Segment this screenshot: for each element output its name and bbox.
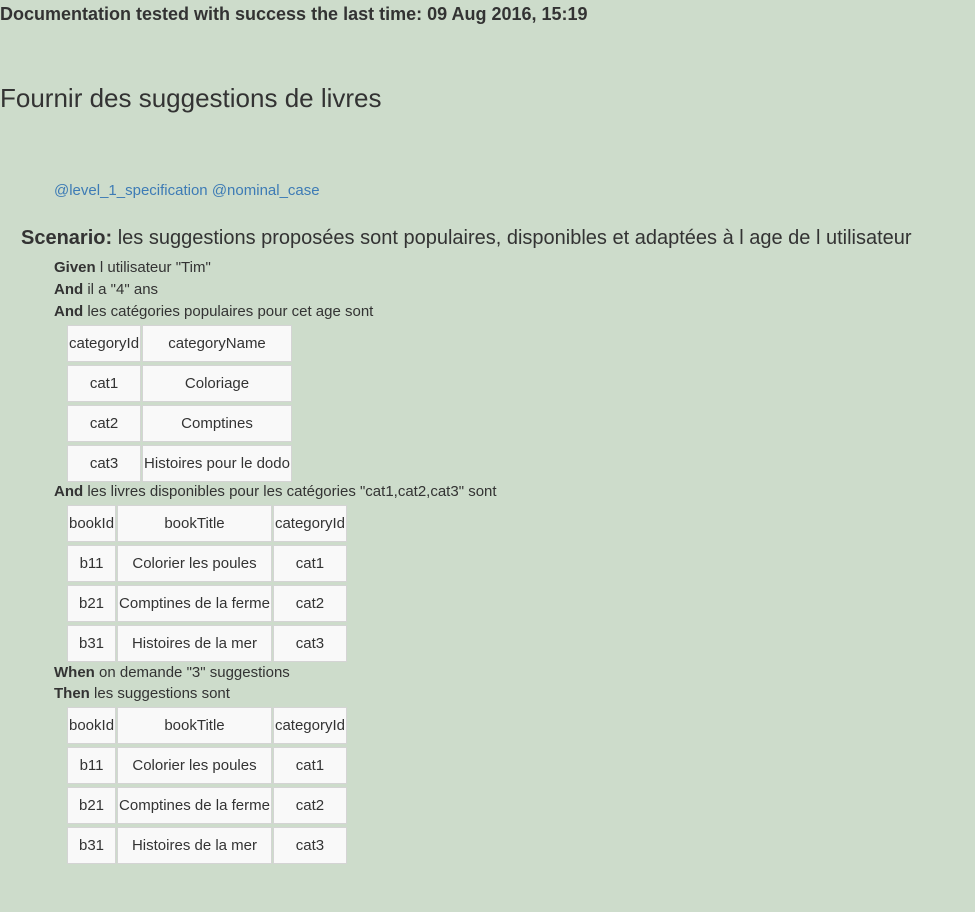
suggestions-table: bookId bookTitle categoryId b11 Colorier… xyxy=(66,704,348,867)
step-keyword: And xyxy=(54,303,84,320)
step-text: les livres disponibles pour les catégori… xyxy=(87,483,497,500)
table-header-row: bookId bookTitle categoryId xyxy=(67,707,347,744)
table-cell: Histoires de la mer xyxy=(117,827,272,864)
table-header-cell: bookTitle xyxy=(117,707,272,744)
table-header-cell: bookId xyxy=(67,505,117,542)
table-cell: Comptines de la ferme xyxy=(117,787,272,824)
step-text: il a "4" ans xyxy=(87,281,159,298)
step-text: les catégories populaires pour cet age s… xyxy=(87,303,374,320)
tag-level-1-specification[interactable]: @level_1_specification xyxy=(54,182,208,199)
step-keyword: When xyxy=(54,664,95,681)
table-cell: Comptines de la ferme xyxy=(117,585,272,622)
table-header-row: bookId bookTitle categoryId xyxy=(67,505,347,542)
step-keyword: Then xyxy=(54,685,90,702)
table-row: b21 Comptines de la ferme cat2 xyxy=(67,787,347,824)
table-header-cell: categoryId xyxy=(272,707,347,744)
table-row: cat3 Histoires pour le dodo xyxy=(67,445,292,482)
step-text: l utilisateur "Tim" xyxy=(99,259,211,276)
table-cell: b31 xyxy=(67,625,117,662)
table-row: b31 Histoires de la mer cat3 xyxy=(67,625,347,662)
step-and-age: And il a "4" ans xyxy=(54,281,158,299)
step-keyword: Given xyxy=(54,259,96,276)
step-when: When on demande "3" suggestions xyxy=(54,664,290,682)
table-header-cell: categoryName xyxy=(142,325,292,362)
tested-status: Documentation tested with success the la… xyxy=(0,4,588,24)
table-row: cat1 Coloriage xyxy=(67,365,292,402)
tag-list: @level_1_specification @nominal_case xyxy=(54,182,320,200)
table-cell: Coloriage xyxy=(142,365,292,402)
table-header-cell: categoryId xyxy=(67,325,142,362)
table-cell: Histoires de la mer xyxy=(117,625,272,662)
table-row: b11 Colorier les poules cat1 xyxy=(67,545,347,582)
table-cell: Colorier les poules xyxy=(117,545,272,582)
table-cell: cat3 xyxy=(272,625,347,662)
table-header-cell: bookId xyxy=(67,707,117,744)
books-table: bookId bookTitle categoryId b11 Colorier… xyxy=(66,502,348,665)
step-text: les suggestions sont xyxy=(94,685,230,702)
table-cell: Comptines xyxy=(142,405,292,442)
table-cell: cat3 xyxy=(67,445,142,482)
categories-table: categoryId categoryName cat1 Coloriage c… xyxy=(66,322,293,485)
table-cell: b11 xyxy=(67,545,117,582)
table-cell: Colorier les poules xyxy=(117,747,272,784)
step-text: on demande "3" suggestions xyxy=(99,664,290,681)
table-row: b21 Comptines de la ferme cat2 xyxy=(67,585,347,622)
step-then: Then les suggestions sont xyxy=(54,685,230,703)
table-cell: b21 xyxy=(67,585,117,622)
table-cell: cat1 xyxy=(272,545,347,582)
table-cell: cat2 xyxy=(272,585,347,622)
table-row: b11 Colorier les poules cat1 xyxy=(67,747,347,784)
step-keyword: And xyxy=(54,483,84,500)
step-and-categories: And les catégories populaires pour cet a… xyxy=(54,303,373,321)
table-header-row: categoryId categoryName xyxy=(67,325,292,362)
table-cell: b31 xyxy=(67,827,117,864)
scenario-heading: Scenario: les suggestions proposées sont… xyxy=(21,226,912,250)
table-cell: cat2 xyxy=(67,405,142,442)
table-cell: cat3 xyxy=(272,827,347,864)
step-keyword: And xyxy=(54,281,84,298)
table-cell: Histoires pour le dodo xyxy=(142,445,292,482)
step-and-books: And les livres disponibles pour les caté… xyxy=(54,483,497,501)
table-row: cat2 Comptines xyxy=(67,405,292,442)
table-row: b31 Histoires de la mer cat3 xyxy=(67,827,347,864)
table-cell: cat1 xyxy=(67,365,142,402)
page: Documentation tested with success the la… xyxy=(0,0,975,912)
scenario-name: les suggestions proposées sont populaire… xyxy=(117,227,912,249)
table-header-cell: categoryId xyxy=(272,505,347,542)
table-cell: b21 xyxy=(67,787,117,824)
feature-title: Fournir des suggestions de livres xyxy=(0,83,382,113)
step-given: Given l utilisateur "Tim" xyxy=(54,259,211,277)
table-cell: cat2 xyxy=(272,787,347,824)
scenario-keyword: Scenario: xyxy=(21,227,113,249)
tag-nominal-case[interactable]: @nominal_case xyxy=(212,182,320,199)
table-header-cell: bookTitle xyxy=(117,505,272,542)
table-cell: b11 xyxy=(67,747,117,784)
table-cell: cat1 xyxy=(272,747,347,784)
